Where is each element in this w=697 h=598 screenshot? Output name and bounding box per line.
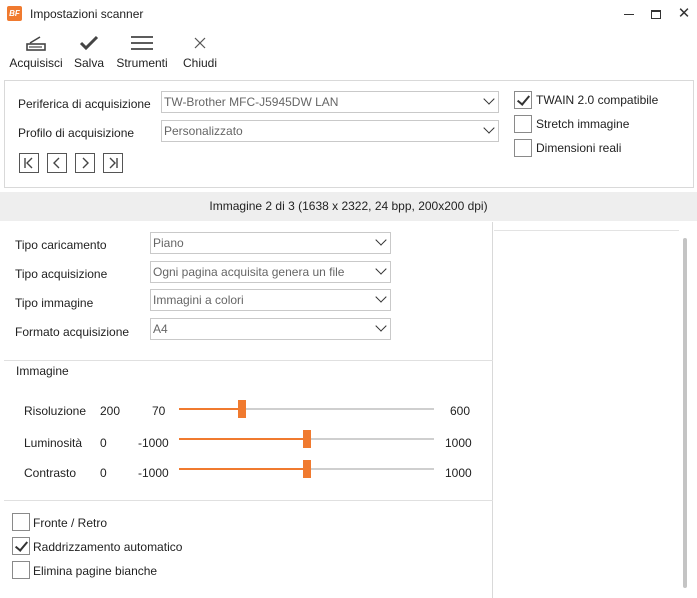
profile-select-value: Personalizzato <box>164 124 243 138</box>
checkmark-icon <box>72 30 106 56</box>
auto-deskew-label: Raddrizzamento automatico <box>33 540 183 554</box>
resolution-slider[interactable] <box>179 400 434 418</box>
previous-page-button[interactable] <box>47 153 67 173</box>
profile-label: Profilo di acquisizione <box>18 126 135 140</box>
tools-button[interactable]: Strumenti <box>114 30 170 74</box>
device-select-value: TW-Brother MFC-J5945DW LAN <box>164 95 339 109</box>
brightness-value: 0 <box>100 436 107 450</box>
chevron-right-icon <box>82 157 89 169</box>
remove-blank-pages-label: Elimina pagine bianche <box>33 564 158 578</box>
feed-type-label: Tipo caricamento <box>15 238 107 252</box>
twain-checkbox[interactable] <box>514 91 532 109</box>
feed-type-select[interactable]: Piano <box>150 232 391 254</box>
maximize-icon <box>651 10 661 20</box>
acquire-button[interactable]: Acquisisci <box>6 30 66 74</box>
chevron-left-icon <box>53 157 60 169</box>
image-type-label: Tipo immagine <box>15 296 94 310</box>
first-page-button[interactable] <box>19 153 39 173</box>
contrast-slider-fill <box>179 468 307 470</box>
format-label: Formato acquisizione <box>15 325 130 339</box>
close-icon: ✕ <box>677 5 691 22</box>
section-divider <box>4 360 493 361</box>
chevron-down-icon <box>375 320 387 332</box>
stretch-checkbox[interactable] <box>514 115 532 133</box>
chevron-down-icon <box>375 234 387 246</box>
settings-panel: Tipo caricamento Piano Tipo acquisizione… <box>4 222 493 598</box>
image-type-value: Immagini a colori <box>153 293 244 307</box>
device-label: Periferica di acquisizione <box>18 97 151 111</box>
resolution-max: 600 <box>450 404 471 418</box>
resolution-slider-fill <box>179 408 242 410</box>
close-button[interactable]: Chiudi <box>180 30 220 74</box>
menu-icon <box>114 30 170 56</box>
brightness-min: -1000 <box>138 436 169 450</box>
auto-deskew-checkbox[interactable] <box>12 537 30 555</box>
contrast-min: -1000 <box>138 466 169 480</box>
real-size-label: Dimensioni reali <box>536 141 622 155</box>
save-label: Salva <box>73 56 105 70</box>
duplex-checkbox[interactable] <box>12 513 30 531</box>
close-label: Chiudi <box>182 56 218 70</box>
contrast-value: 0 <box>100 466 107 480</box>
brightness-label: Luminosità <box>24 436 83 450</box>
stretch-label: Stretch immagine <box>536 117 630 131</box>
close-x-icon <box>180 30 220 56</box>
image-section-title: Immagine <box>16 364 69 378</box>
last-page-button[interactable] <box>103 153 123 173</box>
brightness-slider[interactable] <box>179 430 434 448</box>
contrast-label: Contrasto <box>24 466 77 480</box>
maximize-button[interactable] <box>644 4 668 24</box>
contrast-slider[interactable] <box>179 460 434 478</box>
device-panel: Periferica di acquisizione TW-Brother MF… <box>4 80 694 188</box>
chevron-down-icon <box>483 93 495 105</box>
remove-blank-pages-checkbox[interactable] <box>12 561 30 579</box>
close-window-button[interactable]: ✕ <box>672 4 696 24</box>
save-button[interactable]: Salva <box>72 30 106 74</box>
chevron-down-icon <box>375 263 387 275</box>
chevron-down-icon <box>375 291 387 303</box>
resolution-value: 200 <box>100 404 121 418</box>
next-page-button[interactable] <box>75 153 95 173</box>
preview-panel <box>494 222 697 598</box>
contrast-max: 1000 <box>445 466 472 480</box>
resolution-slider-thumb[interactable] <box>237 400 246 418</box>
vertical-scrollbar[interactable] <box>683 238 687 588</box>
acquisition-type-label: Tipo acquisizione <box>15 267 108 281</box>
toolbar: Acquisisci Salva Strumenti Chiudi <box>0 30 697 74</box>
brightness-slider-thumb[interactable] <box>302 430 311 448</box>
tools-label: Strumenti <box>116 56 168 70</box>
scanner-icon <box>6 30 66 56</box>
section-divider <box>4 500 493 501</box>
last-page-icon <box>109 157 118 169</box>
brightness-slider-fill <box>179 438 307 440</box>
feed-type-value: Piano <box>153 236 184 250</box>
format-value: A4 <box>153 322 168 336</box>
real-size-checkbox[interactable] <box>514 139 532 157</box>
format-select[interactable]: A4 <box>150 318 391 340</box>
contrast-slider-thumb[interactable] <box>302 460 311 478</box>
device-select[interactable]: TW-Brother MFC-J5945DW LAN <box>161 91 499 113</box>
minimize-icon <box>624 14 634 16</box>
title-bar: BF Impostazioni scanner ✕ <box>0 0 697 28</box>
window-title: Impostazioni scanner <box>30 7 144 21</box>
first-page-icon <box>24 157 33 169</box>
chevron-down-icon <box>483 122 495 134</box>
acquire-label: Acquisisci <box>9 56 63 70</box>
preview-divider <box>494 230 679 231</box>
twain-label: TWAIN 2.0 compatibile <box>536 93 659 107</box>
app-logo: BF <box>7 6 22 21</box>
resolution-min: 70 <box>152 404 166 418</box>
resolution-label: Risoluzione <box>24 404 87 418</box>
acquisition-type-select[interactable]: Ogni pagina acquisita genera un file <box>150 261 391 283</box>
image-status-bar: Immagine 2 di 3 (1638 x 2322, 24 bpp, 20… <box>0 192 697 221</box>
minimize-button[interactable] <box>617 4 641 24</box>
profile-select[interactable]: Personalizzato <box>161 120 499 142</box>
duplex-label: Fronte / Retro <box>33 516 108 530</box>
acquisition-type-value: Ogni pagina acquisita genera un file <box>153 265 345 279</box>
image-type-select[interactable]: Immagini a colori <box>150 289 391 311</box>
brightness-max: 1000 <box>445 436 472 450</box>
